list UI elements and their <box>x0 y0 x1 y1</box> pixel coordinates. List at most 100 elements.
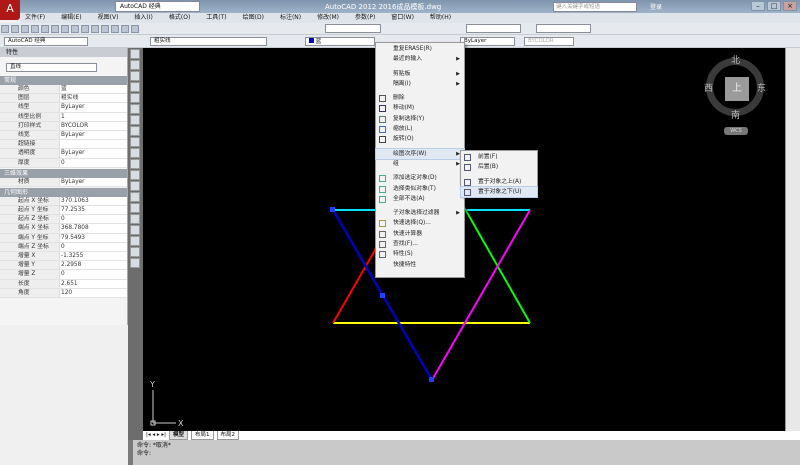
compass-east[interactable]: 东 <box>757 81 766 94</box>
property-value[interactable]: 粗实线 <box>60 94 127 102</box>
maximize-button[interactable]: □ <box>767 1 781 11</box>
cut-icon[interactable] <box>51 25 59 33</box>
menu-file[interactable]: 文件(F) <box>25 13 45 23</box>
login-button[interactable]: 登录 <box>650 2 662 11</box>
menu-insert[interactable]: 插入(I) <box>134 13 152 23</box>
section-header[interactable]: 几何图形 <box>0 187 127 197</box>
menu-view[interactable]: 视图(V) <box>98 13 119 23</box>
workspace-combo[interactable]: AutoCAD 经典 <box>4 37 88 46</box>
context-menu-item[interactable]: 最近的输入 ▶ <box>376 54 464 64</box>
close-button[interactable]: × <box>783 1 797 11</box>
property-value[interactable]: 79.5493 <box>60 234 127 242</box>
property-row[interactable]: 增量 X -1.3255 <box>0 252 127 262</box>
menu-edit[interactable]: 编辑(E) <box>61 13 81 23</box>
draw-tool-icon[interactable] <box>130 115 140 125</box>
zoom-icon[interactable] <box>111 25 119 33</box>
section-header[interactable]: 三维效果 <box>0 168 127 178</box>
autocad-logo-button[interactable]: A <box>0 0 20 20</box>
property-value[interactable]: 77.2535 <box>60 206 127 214</box>
property-value[interactable]: 120 <box>60 289 127 297</box>
property-row[interactable]: 打印样式 BYCOLOR <box>0 121 127 131</box>
context-menu-item[interactable]: 缩放(L) <box>376 124 464 134</box>
property-value[interactable]: 0 <box>60 215 127 223</box>
context-menu-item[interactable]: 全部不选(A) <box>376 194 464 204</box>
context-menu-item[interactable]: 绘图次序(W) ▶ <box>375 147 465 160</box>
draw-tool-icon[interactable] <box>130 60 140 70</box>
property-row[interactable]: 线宽 ByLayer <box>0 130 127 141</box>
copy-icon[interactable] <box>61 25 69 33</box>
context-menu-item[interactable]: 组 ▶ <box>376 159 464 169</box>
wcs-menu[interactable]: WCS <box>724 127 748 135</box>
lineweight-combo[interactable]: ByLayer <box>460 37 515 46</box>
context-menu-item[interactable]: 选择类似对象(T) <box>376 184 464 194</box>
menu-tools[interactable]: 工具(T) <box>206 13 226 23</box>
minimize-button[interactable]: – <box>751 1 765 11</box>
paste-icon[interactable] <box>71 25 79 33</box>
draw-tool-icon[interactable] <box>130 82 140 92</box>
property-row[interactable]: 起点 X 坐标 370.1063 <box>0 196 127 207</box>
draw-tool-icon[interactable] <box>130 225 140 235</box>
context-menu-item[interactable]: 特性(S) <box>376 249 464 259</box>
draw-tool-icon[interactable] <box>130 214 140 224</box>
compass-west[interactable]: 西 <box>704 81 713 94</box>
draw-tool-icon[interactable] <box>130 203 140 213</box>
plotstyle-combo[interactable]: BYCOLOR <box>524 37 574 46</box>
property-row[interactable]: 长度 2.651 <box>0 279 127 289</box>
draw-tool-icon[interactable] <box>130 137 140 147</box>
property-value[interactable]: 2.651 <box>60 280 127 288</box>
draw-tool-icon[interactable] <box>130 247 140 257</box>
context-menu-item[interactable]: 子对象选择过滤器 ▶ <box>376 208 464 218</box>
grip[interactable] <box>380 293 385 298</box>
property-value[interactable]: 1 <box>60 113 127 121</box>
draw-tool-icon[interactable] <box>130 93 140 103</box>
property-row[interactable]: 端点 Y 坐标 79.5493 <box>0 233 127 243</box>
draw-tool-icon[interactable] <box>130 181 140 191</box>
context-menu-item[interactable]: 删除 <box>376 93 464 103</box>
property-row[interactable]: 起点 Y 坐标 77.2535 <box>0 206 127 216</box>
tab-layout1[interactable]: 布局1 <box>191 431 214 440</box>
property-row[interactable]: 端点 Z 坐标 0 <box>0 242 127 252</box>
draw-tool-icon[interactable] <box>130 71 140 81</box>
context-menu-item[interactable]: 移动(M) <box>376 103 464 113</box>
property-value[interactable]: 0 <box>60 270 127 278</box>
layer-combo[interactable]: 粗实线 <box>150 37 267 46</box>
context-menu-item[interactable]: 快速选择(Q)... <box>376 218 464 228</box>
workspace-selector[interactable]: AutoCAD 经典 <box>115 1 200 12</box>
submenu-item[interactable]: 置于对象之下(U) <box>460 185 538 199</box>
draw-tool-icon[interactable] <box>130 170 140 180</box>
property-value[interactable]: ByLayer <box>60 149 127 157</box>
draw-tool-icon[interactable] <box>130 126 140 136</box>
property-row[interactable]: 超链接 <box>0 140 127 150</box>
tab-layout2[interactable]: 布局2 <box>216 431 240 440</box>
property-row[interactable]: 图层 粗实线 <box>0 94 127 104</box>
property-value[interactable]: 0 <box>60 159 127 167</box>
property-row[interactable]: 起点 Z 坐标 0 <box>0 215 127 225</box>
property-value[interactable]: -1.3255 <box>60 252 127 260</box>
draw-tool-icon[interactable] <box>130 236 140 246</box>
viewcube-top-face[interactable]: 上 <box>725 77 749 101</box>
menu-modify[interactable]: 修改(M) <box>317 13 339 23</box>
property-value[interactable]: 2.2958 <box>60 261 127 269</box>
draw-tool-icon[interactable] <box>130 148 140 158</box>
section-header[interactable]: 常规 <box>0 76 127 85</box>
property-value[interactable]: ByLayer <box>60 103 127 111</box>
menu-window[interactable]: 窗口(W) <box>391 13 414 23</box>
print-icon[interactable] <box>31 25 39 33</box>
object-type-combo[interactable]: 直线 <box>6 63 97 72</box>
property-row[interactable]: 线型比例 1 <box>0 112 127 122</box>
submenu-item[interactable]: 置于对象之上(A) <box>461 177 537 187</box>
tab-model[interactable]: 模型 <box>169 431 189 440</box>
dim-style-combo[interactable] <box>466 24 521 33</box>
help-icon[interactable] <box>131 25 139 33</box>
context-menu-item[interactable]: 添加选定对象(D) <box>376 173 464 183</box>
context-menu-item[interactable]: 快捷特性 <box>376 260 464 270</box>
property-value[interactable]: BYCOLOR <box>60 122 127 130</box>
redo-icon[interactable] <box>91 25 99 33</box>
menu-dimension[interactable]: 标注(N) <box>280 13 301 23</box>
property-row[interactable]: 端点 X 坐标 368.7808 <box>0 224 127 234</box>
compass-north[interactable]: 北 <box>731 53 740 66</box>
property-row[interactable]: 增量 Y 2.2958 <box>0 261 127 271</box>
submenu-item[interactable]: 后置(B) <box>461 162 537 172</box>
property-value[interactable]: ByLayer <box>60 131 127 139</box>
context-menu-item[interactable]: 快速计算器 <box>376 229 464 239</box>
